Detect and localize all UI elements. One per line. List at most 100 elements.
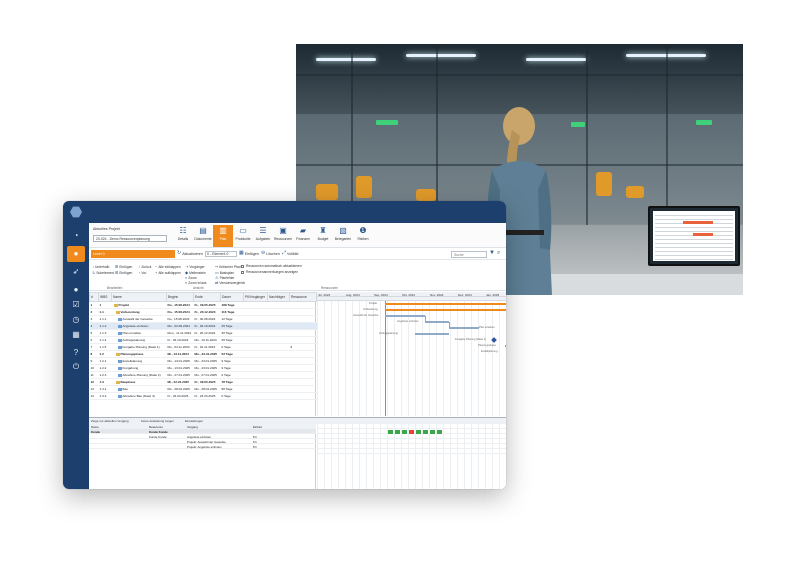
ribbon-documents[interactable]: ▤ Dokumente [193, 225, 213, 247]
load-cell[interactable] [423, 429, 428, 434]
rocket-icon[interactable]: ➶ [70, 266, 82, 278]
option-version-compare[interactable]: ⇄ Versionsvergleich [215, 280, 245, 285]
column-header[interactable]: Pfl/Vorgänger [243, 292, 268, 302]
delete-button[interactable]: ⊖ Löschen [261, 251, 280, 256]
table-row[interactable]: 6 1.1.4 Auftragsplanung Fr., 04.10.2024 Mo.,… [89, 336, 317, 344]
option-zoom-in-out[interactable]: ⌕ Zoom in/aus [185, 280, 206, 285]
load-cell[interactable] [388, 429, 393, 434]
only-current-toggle[interactable]: Zeige nur aktuellen Vorgang [91, 419, 129, 423]
ribbon-details[interactable]: ☷ Details [173, 225, 193, 247]
check-resource-notes[interactable]: Ressourcenanmerkungen anzeigen [241, 270, 298, 274]
option-critical-path[interactable]: ⤳ Kritischer Pfad [215, 264, 241, 269]
column-header[interactable]: Nachfolger [267, 292, 290, 302]
load-cell[interactable] [430, 429, 435, 434]
table-row[interactable]: 3 1.1.1 Auswahl der Gewerke Do., 15.08.2024… [89, 315, 317, 323]
dashboard-icon[interactable]: ◔ [70, 230, 82, 242]
level-select[interactable]: 0 - Element 0 [205, 251, 237, 257]
settings-button[interactable]: Einstellungen [185, 419, 203, 423]
table-row[interactable]: 13 1.3.1 Bau Mo., 28.04.2025 Mo., 28.04.2025… [89, 385, 317, 393]
table-row[interactable]: 11 1.2.3 Abnahme Planung (Datei 2) Mo., 27.… [89, 371, 317, 379]
option-below[interactable]: ↓ Unterhalb [92, 264, 109, 269]
column-header[interactable]: Ende [193, 292, 221, 302]
quick-search-input[interactable]: Suche [451, 251, 487, 258]
option-expand[interactable]: + Alle aufklappen [155, 270, 181, 275]
ribbon-risks[interactable]: ❶ Risiken [353, 225, 373, 247]
app-logo-icon [70, 206, 82, 218]
table-row[interactable]: 5 1.1.3 Plan erstellen Mon., 11.11.2024 Fr.,… [89, 329, 317, 337]
gantt-label: Plan erstellen [479, 326, 495, 329]
column-header[interactable]: Name [111, 292, 167, 302]
ribbon-plan[interactable]: ▥ Plan [213, 225, 233, 247]
table-row[interactable]: 7 1.1.5 Freigabe Planung (Datei 1) Mo., 04.… [89, 343, 317, 351]
load-cell[interactable] [395, 429, 400, 434]
column-header[interactable]: Einheit [253, 425, 262, 429]
resource-load-grid [317, 424, 506, 489]
refresh-icon: ↻ [177, 250, 182, 256]
option-insert[interactable]: ⊞ Einfügen [115, 264, 132, 269]
ribbon-tasks[interactable]: ☰ Aufgaben [253, 225, 273, 247]
table-cell: 1.3 [98, 378, 112, 386]
level-search[interactable]: Level 0 [91, 250, 175, 258]
check-auto-update[interactable]: Ressourcen automatisch aktualisieren [241, 264, 302, 268]
project-dropdown[interactable]: 20-024 - Demo Ressourcenplanung [93, 235, 167, 242]
home-icon[interactable]: ● [67, 246, 85, 262]
ribbon-protocols[interactable]: ▭ Protokolle [233, 225, 253, 247]
table-cell [243, 371, 268, 379]
load-cell[interactable] [416, 429, 421, 434]
column-header[interactable]: Vorgang [187, 425, 198, 429]
table-row[interactable]: 9 1.2.1 Erstellplanung Mo., 13.01.2025 Mo., … [89, 357, 317, 365]
table-row[interactable]: 14 1.3.2 Abnahme Bau (Datei 3) Fr., 23.04.2… [89, 392, 317, 400]
insert-button[interactable]: ▦ Einfügen [239, 251, 259, 256]
filter-icon[interactable]: ▼ [489, 250, 495, 256]
table-cell: 6 [289, 343, 317, 351]
power-icon[interactable]: ⏻ [70, 361, 82, 373]
resource-row[interactable]: Projekt: Angebote einholen 8 h [89, 444, 316, 449]
column-header[interactable]: Name [91, 425, 99, 429]
ribbon-documenttypes[interactable]: ▧ Belegarten [333, 225, 353, 247]
load-cell[interactable] [409, 429, 414, 434]
table-row[interactable]: 1 1 Projekt Do., 15.08.2024 Fr., 09.05.2025 1… [89, 301, 317, 309]
table-cell: Do., 15.08.2024 [166, 301, 194, 309]
checkbox[interactable] [241, 264, 244, 268]
refresh-button[interactable]: ↻ Aktualisieren [177, 251, 203, 256]
checkbox[interactable] [241, 270, 244, 274]
help-icon[interactable]: ? [70, 347, 82, 359]
load-cell[interactable] [402, 429, 407, 434]
option-predecessor[interactable]: ⇢ Vorgänger [185, 264, 205, 269]
option-back[interactable]: ‹ Zurück [139, 264, 151, 269]
user-avatar-icon[interactable]: ● [70, 284, 82, 296]
ribbon-resources[interactable]: ▣ Ressourcen [273, 225, 293, 247]
checklist-icon[interactable]: ☑ [70, 299, 82, 311]
option-insert-sub[interactable]: ⊞ Einfügen [115, 270, 132, 275]
option-forward[interactable]: › Vor [139, 270, 146, 275]
table-row[interactable]: 2 1.1 Vorbereitung Do., 15.08.2024 Fr., 20.1… [89, 308, 317, 316]
table-row[interactable]: 4 1.1.2 Angebote einholen Mo., 02.09.2024 Fr… [89, 322, 317, 330]
ribbon-budget[interactable]: ♜ Budget [313, 225, 333, 247]
table-row[interactable]: 10 1.2.2 Freigabung Mo., 13.01.2025 Mo., 23.… [89, 364, 317, 372]
column-header[interactable]: # [89, 292, 99, 302]
column-header[interactable]: Beginn [166, 292, 194, 302]
task-name: Bauphase [120, 380, 136, 384]
search-icon[interactable]: ⌕ [497, 250, 500, 256]
gantt-task[interactable] [449, 326, 479, 330]
project-selector[interactable]: Aktuelles Projekt 20-024 - Demo Ressourc… [93, 226, 171, 246]
column-header[interactable]: Ressource [289, 292, 317, 302]
no-load-toggle[interactable]: Keine Auslastung zeigen [141, 419, 174, 423]
ribbon-finance[interactable]: ▰ Finanzen [293, 225, 313, 247]
calendar-icon[interactable]: ▦ [70, 329, 82, 341]
column-header[interactable]: Ressource [149, 425, 163, 429]
gantt-task[interactable] [415, 332, 449, 336]
table-cell [243, 357, 268, 365]
load-cell[interactable] [437, 429, 442, 434]
gantt-task[interactable] [425, 320, 449, 324]
gantt-task[interactable] [385, 314, 425, 318]
option-collapse[interactable]: − Alle einklappen [155, 264, 181, 269]
column-header[interactable]: Dauer [220, 292, 244, 302]
fullscreen-button[interactable]: ⤢ Vollbild [282, 251, 298, 256]
gantt-gridline [457, 301, 458, 416]
table-row[interactable]: 12 1.3 Bauphase Mi., 22.01.2025 Fr., 09.05.2… [89, 378, 317, 386]
stopwatch-icon[interactable]: ◷ [70, 314, 82, 326]
table-row[interactable]: 8 1.2 Planungsphase Mi., 13.11.2024 Mo., 23.… [89, 350, 317, 358]
option-subelement[interactable]: ↳ Subelement [92, 270, 114, 275]
column-header[interactable]: WBS [98, 292, 112, 302]
